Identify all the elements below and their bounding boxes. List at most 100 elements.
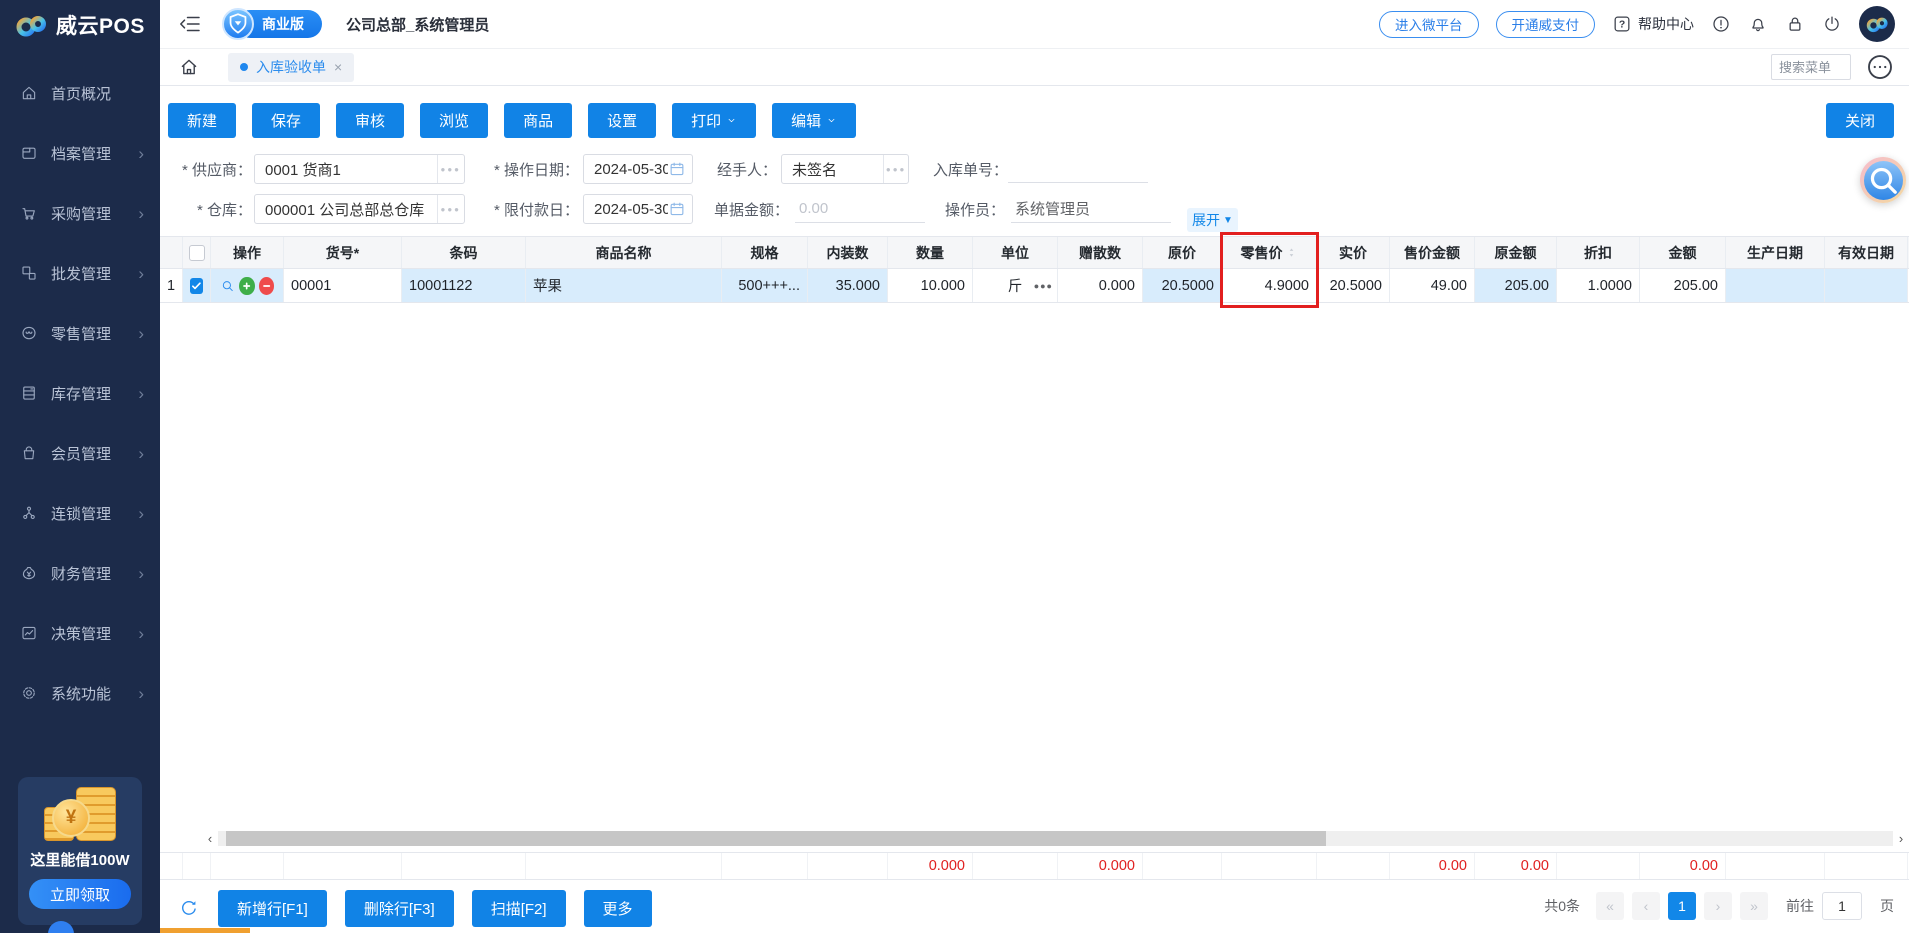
operator-input[interactable] xyxy=(1011,195,1171,223)
col-header-item_no[interactable]: 货号* xyxy=(284,237,402,268)
order-no-input[interactable] xyxy=(1008,155,1149,183)
open-payment-button[interactable]: 开通威支付 xyxy=(1495,10,1595,38)
remove-row-icon[interactable] xyxy=(258,276,274,295)
col-header-barcode[interactable]: 条码 xyxy=(402,237,526,268)
new-button[interactable]: 新建 xyxy=(168,103,237,138)
add-row-icon[interactable] xyxy=(239,276,255,295)
sidebar-item-chain[interactable]: 连锁管理 › xyxy=(0,483,160,543)
cell-valid_date[interactable] xyxy=(1825,269,1908,302)
scan-button[interactable]: 扫描[F2] xyxy=(471,889,566,927)
cell-name[interactable]: 苹果 xyxy=(526,269,722,302)
sidebar-item-home[interactable]: 首页概况 xyxy=(0,63,160,123)
browse-button[interactable]: 浏览 xyxy=(420,103,489,138)
print-button[interactable]: 打印 xyxy=(672,103,757,138)
op-date-input[interactable] xyxy=(584,160,668,178)
power-icon[interactable] xyxy=(1822,14,1842,34)
sidebar-item-wholesale[interactable]: 批发管理 › xyxy=(0,243,160,303)
cell-barcode[interactable]: 10001122 xyxy=(402,269,526,302)
col-header-valid_date[interactable]: 有效日期 xyxy=(1825,237,1908,268)
save-button[interactable]: 保存 xyxy=(252,103,321,138)
expand-link[interactable]: 展开 ▼ xyxy=(1187,208,1238,232)
calendar-icon[interactable] xyxy=(668,200,686,218)
sidebar-item-system[interactable]: 系统功能 › xyxy=(0,663,160,723)
sidebar-item-purchase[interactable]: 采购管理 › xyxy=(0,183,160,243)
enter-platform-button[interactable]: 进入微平台 xyxy=(1379,10,1479,38)
col-header-name[interactable]: 商品名称 xyxy=(526,237,722,268)
cell-inner_qty[interactable]: 35.000 xyxy=(808,269,888,302)
col-header-prod_date[interactable]: 生产日期 xyxy=(1726,237,1825,268)
cell-item_no[interactable]: 00001 xyxy=(284,269,402,302)
goods-button[interactable]: 商品 xyxy=(504,103,573,138)
col-header-retail_price[interactable]: 零售价 xyxy=(1222,237,1317,268)
col-header-spec[interactable]: 规格 xyxy=(722,237,808,268)
cell-orig_price[interactable]: 20.5000 xyxy=(1143,269,1222,302)
audit-button[interactable]: 审核 xyxy=(336,103,405,138)
col-header-discount[interactable]: 折扣 xyxy=(1557,237,1640,268)
cell-idx[interactable]: 1 xyxy=(160,269,183,302)
last-page-button[interactable]: » xyxy=(1740,892,1768,920)
cell-discount[interactable]: 1.0000 xyxy=(1557,269,1640,302)
cell-op[interactable] xyxy=(211,269,284,302)
cell-spec[interactable]: 500+++... xyxy=(722,269,808,302)
edit-button[interactable]: 编辑 xyxy=(772,103,857,138)
lock-icon[interactable] xyxy=(1785,14,1805,34)
col-header-gift_qty[interactable]: 赠散数 xyxy=(1058,237,1143,268)
scroll-left-icon[interactable]: ‹ xyxy=(202,831,218,846)
select-all-checkbox[interactable] xyxy=(188,244,205,261)
edition-badge[interactable]: 商业版 xyxy=(222,8,322,40)
more-button[interactable]: 更多 xyxy=(583,889,652,927)
cell-check[interactable] xyxy=(183,269,211,302)
doc-amount-input[interactable] xyxy=(795,195,925,223)
supplier-input[interactable] xyxy=(255,155,437,183)
cell-qty[interactable]: 10.000 xyxy=(888,269,973,302)
unit-picker-icon[interactable]: ●●● xyxy=(1034,281,1053,291)
tab-inbound-receipt[interactable]: 入库验收单 × xyxy=(228,52,355,82)
delete-row-button[interactable]: 删除行[F3] xyxy=(344,889,454,927)
bell-icon[interactable] xyxy=(1748,14,1768,34)
scrollbar-track[interactable] xyxy=(218,830,1893,846)
warehouse-input[interactable] xyxy=(255,195,437,223)
sidebar-item-member[interactable]: 会员管理 › xyxy=(0,423,160,483)
add-row-button[interactable]: 新增行[F1] xyxy=(218,889,327,927)
handler-input[interactable] xyxy=(782,155,884,183)
close-button[interactable]: 关闭 xyxy=(1825,103,1894,138)
col-header-inner_qty[interactable]: 内装数 xyxy=(808,237,888,268)
calendar-icon[interactable] xyxy=(668,160,686,178)
row-checkbox[interactable] xyxy=(190,277,203,294)
sidebar-item-decision[interactable]: 决策管理 › xyxy=(0,603,160,663)
col-header-unit[interactable]: 单位 xyxy=(973,237,1058,268)
cell-prod_date[interactable] xyxy=(1726,269,1825,302)
first-page-button[interactable]: « xyxy=(1596,892,1624,920)
brand-logo[interactable]: 威云POS xyxy=(0,0,160,49)
col-header-op[interactable]: 操作 xyxy=(211,237,284,268)
tab-close-icon[interactable]: × xyxy=(334,59,342,75)
col-header-orig_amount[interactable]: 原金额 xyxy=(1475,237,1557,268)
warehouse-picker-icon[interactable]: ●●● xyxy=(436,195,464,223)
more-options-icon[interactable] xyxy=(1865,52,1895,82)
sidebar-item-retail[interactable]: 零售管理 › xyxy=(0,303,160,363)
sidebar-item-finance[interactable]: 财务管理 › xyxy=(0,543,160,603)
col-header-idx[interactable] xyxy=(160,237,183,268)
col-header-check[interactable] xyxy=(183,237,211,268)
search-menu-input[interactable] xyxy=(1771,54,1851,80)
scrollbar-thumb[interactable] xyxy=(226,830,1326,846)
notice-icon[interactable] xyxy=(1711,14,1731,34)
settings-button[interactable]: 设置 xyxy=(588,103,657,138)
cell-gift_qty[interactable]: 0.000 xyxy=(1058,269,1143,302)
prev-page-button[interactable]: ‹ xyxy=(1632,892,1660,920)
col-header-real_price[interactable]: 实价 xyxy=(1317,237,1390,268)
col-header-qty[interactable]: 数量 xyxy=(888,237,973,268)
sidebar-item-archives[interactable]: 档案管理 › xyxy=(0,123,160,183)
sidebar-item-inventory[interactable]: 库存管理 › xyxy=(0,363,160,423)
col-header-sale_amount[interactable]: 售价金额 xyxy=(1390,237,1475,268)
handler-picker-icon[interactable]: ●●● xyxy=(883,155,908,183)
cell-sale_amount[interactable]: 49.00 xyxy=(1390,269,1475,302)
claim-now-button[interactable]: 立即领取 xyxy=(29,879,131,909)
floating-search-button[interactable] xyxy=(1860,157,1906,203)
cell-real_price[interactable]: 20.5000 xyxy=(1317,269,1390,302)
cell-orig_amount[interactable]: 205.00 xyxy=(1475,269,1557,302)
page-1-button[interactable]: 1 xyxy=(1668,892,1696,920)
supplier-picker-icon[interactable]: ●●● xyxy=(436,155,464,183)
loan-promo-card[interactable]: ¥ 这里能借100W 立即领取 xyxy=(18,777,142,925)
goto-page-input[interactable] xyxy=(1822,892,1862,920)
